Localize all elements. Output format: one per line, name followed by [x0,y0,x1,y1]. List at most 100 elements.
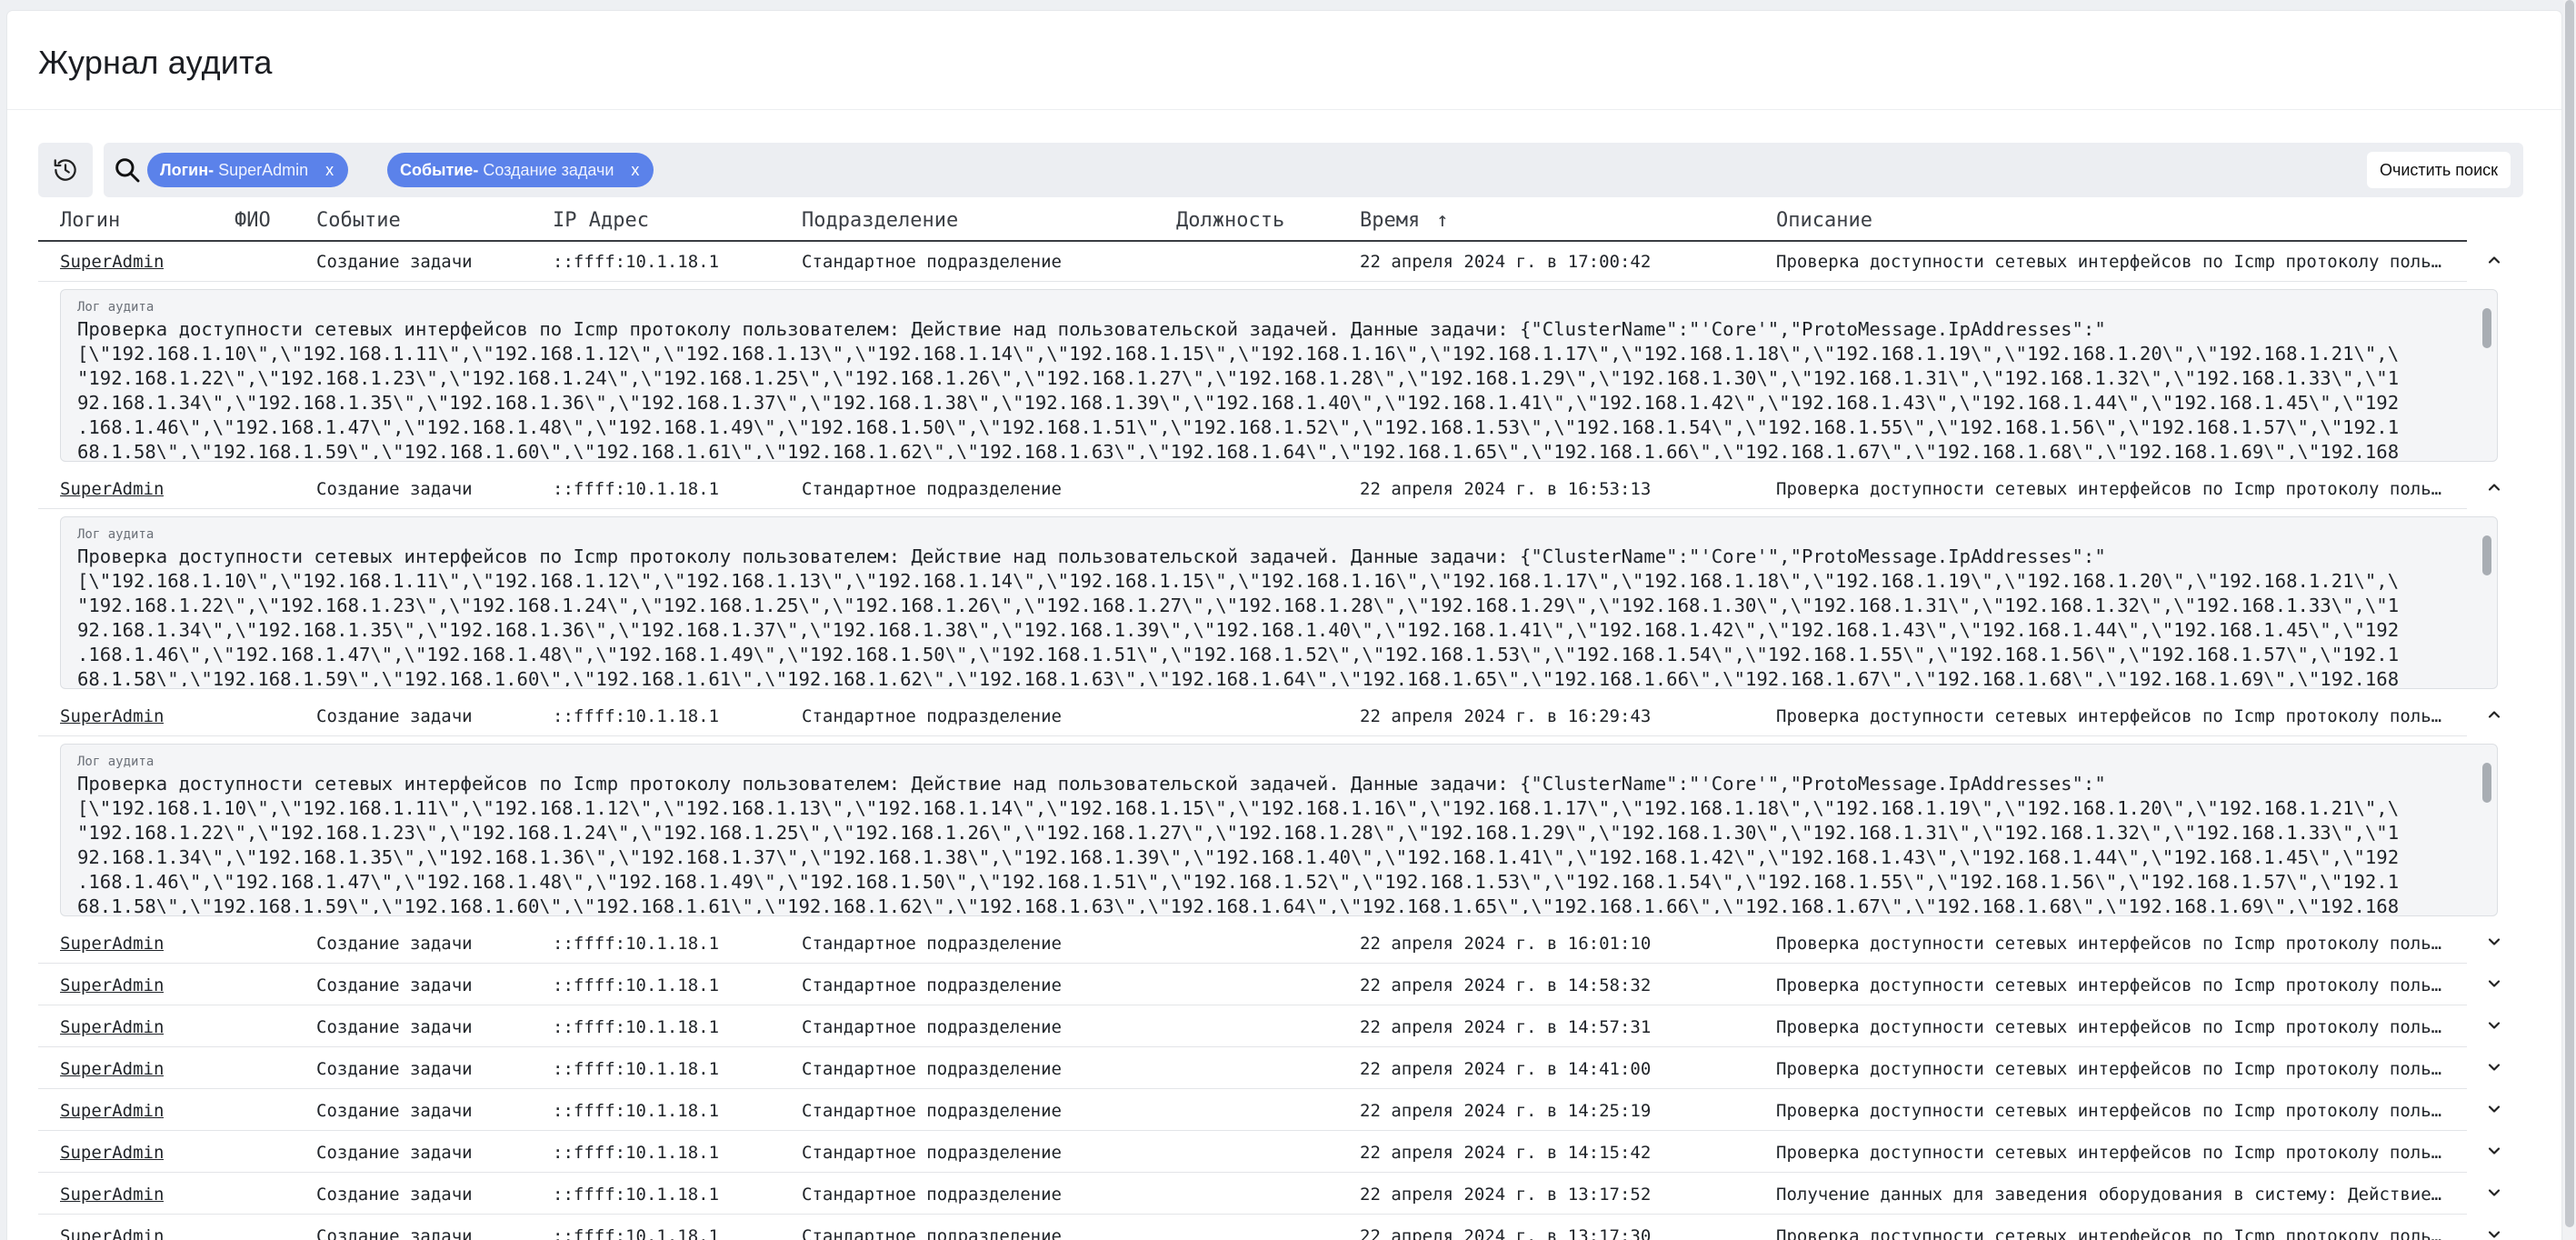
log-line: Проверка доступности сетевых интерфейсов… [77,773,2106,795]
row-description: Проверка доступности сетевых интерфейсов… [1776,1226,2442,1240]
expand-row-icon[interactable] [2485,1184,2503,1202]
row-time: 22 апреля 2024 г. в 16:01:10 [1360,934,1652,954]
page-title: Журнал аудита [38,44,273,81]
row-ip: ::ffff:10.1.18.1 [553,1226,720,1240]
log-line: Проверка доступности сетевых интерфейсов… [77,318,2106,340]
row-description: Проверка доступности сетевых интерфейсов… [1776,1017,2442,1037]
column-position[interactable]: Должность [1176,209,1284,232]
audit-log-details[interactable]: Лог аудита Проверка доступности сетевых и… [60,516,2498,689]
table-row[interactable]: SuperAdmin Создание задачи::ffff:10.1.18.… [38,1005,2501,1047]
column-event[interactable]: Событие [316,209,401,232]
remove-filter-event-button[interactable]: x [631,153,639,187]
row-time: 22 апреля 2024 г. в 16:29:43 [1360,706,1652,726]
table-row[interactable]: SuperAdmin Создание задачи::ffff:10.1.18.… [38,240,2501,282]
table-row[interactable]: SuperAdmin Создание задачи::ffff:10.1.18.… [38,1089,2501,1131]
log-label: Лог аудита [77,300,155,315]
expand-row-icon[interactable] [2485,1142,2503,1160]
log-scrollbar-thumb[interactable] [2482,763,2491,803]
log-line: .168.1.46\",\"192.168.1.47\",\"192.168.1… [77,871,2400,893]
window-scrollbar[interactable] [2563,0,2576,1240]
row-login-link[interactable]: SuperAdmin [60,706,164,726]
expand-row-icon[interactable] [2485,1016,2503,1035]
table-row[interactable]: SuperAdmin Создание задачи::ffff:10.1.18.… [38,467,2501,509]
table-row[interactable]: SuperAdmin Создание задачи::ffff:10.1.18.… [38,1173,2501,1215]
audit-log-details[interactable]: Лог аудита Проверка доступности сетевых и… [60,289,2498,462]
row-event: Создание задачи [316,975,473,995]
log-text: Проверка доступности сетевых интерфейсов… [77,317,2459,459]
column-division[interactable]: Подразделение [802,209,958,232]
log-label: Лог аудита [77,755,155,769]
row-event: Создание задачи [316,706,473,726]
row-time: 22 апреля 2024 г. в 14:57:31 [1360,1017,1652,1037]
row-division: Стандартное подразделение [802,706,1062,726]
clear-search-button[interactable]: Очистить поиск [2366,152,2511,188]
audit-log-details[interactable]: Лог аудита Проверка доступности сетевых и… [60,744,2498,916]
row-login-link[interactable]: SuperAdmin [60,1226,164,1240]
row-event: Создание задачи [316,1185,473,1205]
row-event: Создание задачи [316,1101,473,1121]
row-division: Стандартное подразделение [802,1143,1062,1163]
filter-chip-key: Логин [160,161,209,179]
expand-row-icon[interactable] [2485,975,2503,993]
log-line: Проверка доступности сетевых интерфейсов… [77,545,2106,567]
row-division: Стандартное подразделение [802,934,1062,954]
log-line: [\"192.168.1.10\",\"192.168.1.11\",\"192… [77,343,2400,365]
log-scrollbar-thumb[interactable] [2482,535,2491,575]
table-row[interactable]: SuperAdmin Создание задачи::ffff:10.1.18.… [38,1047,2501,1089]
row-login-link[interactable]: SuperAdmin [60,1185,164,1205]
row-ip: ::ffff:10.1.18.1 [553,479,720,499]
row-login-link[interactable]: SuperAdmin [60,1059,164,1079]
expand-row-icon[interactable] [2485,1225,2503,1240]
table-row[interactable]: SuperAdmin Создание задачи::ffff:10.1.18.… [38,922,2501,964]
log-line: "192.168.1.22\",\"192.168.1.23\",\"192.1… [77,367,2400,389]
filter-chip-key: Событие [400,161,474,179]
row-division: Стандартное подразделение [802,1185,1062,1205]
row-description: Проверка доступности сетевых интерфейсов… [1776,1101,2442,1121]
log-scrollbar-thumb[interactable] [2482,308,2491,348]
search-icon [115,158,140,183]
audit-log-page: Журнал аудита Логин- SuperAdmin x Событи… [7,11,2561,1240]
table-row[interactable]: SuperAdmin Создание задачи::ffff:10.1.18.… [38,1215,2501,1240]
log-text: Проверка доступности сетевых интерфейсов… [77,772,2459,914]
expand-row-icon[interactable] [2485,933,2503,951]
collapse-row-icon[interactable] [2485,705,2503,724]
column-time[interactable]: Время ↑ [1360,209,1448,232]
row-ip: ::ffff:10.1.18.1 [553,1059,720,1079]
row-division: Стандартное подразделение [802,252,1062,272]
collapse-row-icon[interactable] [2485,478,2503,496]
row-event: Создание задачи [316,1017,473,1037]
row-description: Проверка доступности сетевых интерфейсов… [1776,479,2442,499]
row-event: Создание задачи [316,1059,473,1079]
row-event: Создание задачи [316,934,473,954]
row-login-link[interactable]: SuperAdmin [60,1017,164,1037]
collapse-row-icon[interactable] [2485,251,2503,269]
row-login-link[interactable]: SuperAdmin [60,975,164,995]
column-login[interactable]: Логин [60,209,120,232]
row-division: Стандартное подразделение [802,479,1062,499]
row-login-link[interactable]: SuperAdmin [60,252,164,272]
search-toolbar: Логин- SuperAdmin x Событие- Создание за… [38,143,2523,197]
row-login-link[interactable]: SuperAdmin [60,1101,164,1121]
history-button[interactable] [38,143,93,197]
remove-filter-login-button[interactable]: x [325,153,334,187]
column-description[interactable]: Описание [1776,209,1872,232]
search-input[interactable]: Логин- SuperAdmin x Событие- Создание за… [104,143,2523,197]
row-login-link[interactable]: SuperAdmin [60,479,164,499]
row-description: Проверка доступности сетевых интерфейсов… [1776,1143,2442,1163]
column-fio[interactable]: ФИО [235,209,271,232]
row-login-link[interactable]: SuperAdmin [60,934,164,954]
table-row[interactable]: SuperAdmin Создание задачи::ffff:10.1.18.… [38,695,2501,736]
row-login-link[interactable]: SuperAdmin [60,1143,164,1163]
expand-row-icon[interactable] [2485,1058,2503,1076]
expand-row-icon[interactable] [2485,1100,2503,1118]
row-time: 22 апреля 2024 г. в 14:58:32 [1360,975,1652,995]
window-scrollbar-thumb[interactable] [2565,0,2574,1227]
table-row[interactable]: SuperAdmin Создание задачи::ffff:10.1.18.… [38,1131,2501,1173]
row-time: 22 апреля 2024 г. в 17:00:42 [1360,252,1652,272]
row-event: Создание задачи [316,1143,473,1163]
column-ip[interactable]: IP Адрес [553,209,649,232]
row-description: Проверка доступности сетевых интерфейсов… [1776,934,2442,954]
row-ip: ::ffff:10.1.18.1 [553,975,720,995]
table-row[interactable]: SuperAdmin Создание задачи::ffff:10.1.18.… [38,964,2501,1005]
row-ip: ::ffff:10.1.18.1 [553,1017,720,1037]
